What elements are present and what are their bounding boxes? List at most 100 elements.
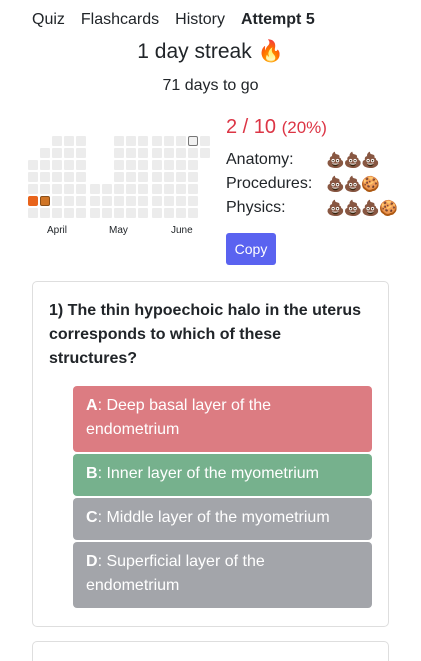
heatmap-day-cell <box>164 136 174 146</box>
heatmap-day-cell <box>64 184 74 194</box>
heatmap-day-cell <box>176 184 186 194</box>
heatmap-day-cell <box>52 172 62 182</box>
heatmap-day-cell <box>164 148 174 158</box>
question-card: 1) The thin hypoechoic halo in the uteru… <box>32 281 389 627</box>
answer-letter: A <box>86 397 98 414</box>
answer-option-b[interactable]: B: Inner layer of the myometrium <box>73 454 372 496</box>
top-nav: Quiz Flashcards History Attempt 5 <box>32 11 331 29</box>
heatmap-day-cell <box>90 208 100 218</box>
result-icons: 💩💩💩 <box>326 152 380 169</box>
nav-attempt[interactable]: Attempt 5 <box>241 11 315 29</box>
heatmap-day-cell <box>52 196 62 206</box>
month-label-april: April <box>47 225 68 236</box>
answer-option-c[interactable]: C: Middle layer of the myometrium <box>73 498 372 540</box>
activity-heatmap <box>28 136 214 220</box>
heatmap-day-cell <box>76 172 86 182</box>
heatmap-day-cell <box>126 160 136 170</box>
question-text: 1) The thin hypoechoic halo in the uteru… <box>49 302 362 367</box>
copy-button[interactable]: Copy <box>226 233 276 265</box>
heatmap-day-cell <box>52 136 62 146</box>
heatmap-day-cell <box>114 160 124 170</box>
heatmap-day-cell <box>176 148 186 158</box>
answer-text: : Deep basal layer of the endometrium <box>86 397 271 438</box>
heatmap-day-cell <box>64 136 74 146</box>
heatmap-day-cell <box>64 148 74 158</box>
heatmap-day-cell <box>164 160 174 170</box>
heatmap-day-cell <box>152 148 162 158</box>
heatmap-day-cell <box>188 196 198 206</box>
heatmap-day-cell <box>28 196 38 206</box>
result-icons: 💩💩🍪 <box>326 176 380 193</box>
heatmap-day-cell <box>138 160 148 170</box>
streak-text: 1 day streak <box>137 40 252 63</box>
heatmap-day-cell <box>114 172 124 182</box>
heatmap-day-cell <box>126 184 136 194</box>
heatmap-day-cell <box>126 148 136 158</box>
heatmap-day-cell <box>164 184 174 194</box>
heatmap-day-cell <box>52 184 62 194</box>
answer-text: : Superficial layer of the endometrium <box>86 553 265 594</box>
heatmap-day-cell <box>40 196 50 206</box>
month-label-may: May <box>109 225 128 236</box>
nav-history[interactable]: History <box>175 11 225 29</box>
heatmap-day-cell <box>152 172 162 182</box>
heatmap-day-cell <box>28 172 38 182</box>
heatmap-day-cell <box>64 172 74 182</box>
heatmap-day-cell <box>200 148 210 158</box>
heatmap-day-cell <box>28 184 38 194</box>
heatmap-day-cell <box>28 208 38 218</box>
heatmap-day-cell <box>114 148 124 158</box>
heatmap-day-cell <box>90 196 100 206</box>
heatmap-day-cell <box>76 148 86 158</box>
result-icons: 💩💩💩🍪 <box>326 200 398 217</box>
month-label-june: June <box>171 225 193 236</box>
category-row-procedures: Procedures: 💩💩🍪 <box>226 172 397 196</box>
heatmap-day-cell <box>114 136 124 146</box>
heatmap-day-cell <box>76 184 86 194</box>
category-label: Physics: <box>226 199 286 216</box>
streak-title: 1 day streak 🔥 <box>0 40 421 64</box>
heatmap-day-cell <box>188 208 198 218</box>
answer-letter: D <box>86 553 98 570</box>
heatmap-day-cell <box>138 184 148 194</box>
heatmap-day-cell <box>176 208 186 218</box>
heatmap-day-cell <box>152 184 162 194</box>
heatmap-day-cell <box>64 160 74 170</box>
answer-option-d[interactable]: D: Superficial layer of the endometrium <box>73 542 372 608</box>
category-label: Procedures: <box>226 175 313 192</box>
heatmap-day-cell <box>64 208 74 218</box>
heatmap-day-cell <box>188 148 198 158</box>
heatmap-day-cell <box>176 160 186 170</box>
heatmap-day-cell <box>176 196 186 206</box>
heatmap-day-cell <box>102 196 112 206</box>
heatmap-day-cell <box>40 184 50 194</box>
heatmap-day-cell <box>52 148 62 158</box>
heatmap-day-cell <box>76 160 86 170</box>
answer-option-a[interactable]: A: Deep basal layer of the endometrium <box>73 386 372 452</box>
heatmap-day-cell <box>64 196 74 206</box>
nav-flashcards[interactable]: Flashcards <box>81 11 159 29</box>
category-label: Anatomy: <box>226 151 294 168</box>
nav-quiz[interactable]: Quiz <box>32 11 65 29</box>
heatmap-day-cell <box>138 136 148 146</box>
heatmap-day-cell <box>76 208 86 218</box>
heatmap-day-cell <box>164 196 174 206</box>
heatmap-day-cell <box>176 172 186 182</box>
heatmap-day-cell <box>126 136 136 146</box>
heatmap-day-cell <box>40 208 50 218</box>
heatmap-day-cell <box>76 196 86 206</box>
heatmap-day-cell <box>152 208 162 218</box>
heatmap-day-cell <box>138 148 148 158</box>
heatmap-day-cell <box>40 172 50 182</box>
category-row-physics: Physics: 💩💩💩🍪 <box>226 196 398 220</box>
heatmap-day-cell <box>102 208 112 218</box>
answer-letter: B <box>86 465 98 482</box>
heatmap-day-cell <box>40 160 50 170</box>
heatmap-day-cell <box>164 208 174 218</box>
heatmap-day-cell <box>176 136 186 146</box>
answer-letter: C <box>86 509 98 526</box>
heatmap-day-cell <box>152 160 162 170</box>
heatmap-day-cell <box>188 136 198 146</box>
heatmap-day-cell <box>90 184 100 194</box>
next-question-card <box>32 641 389 661</box>
